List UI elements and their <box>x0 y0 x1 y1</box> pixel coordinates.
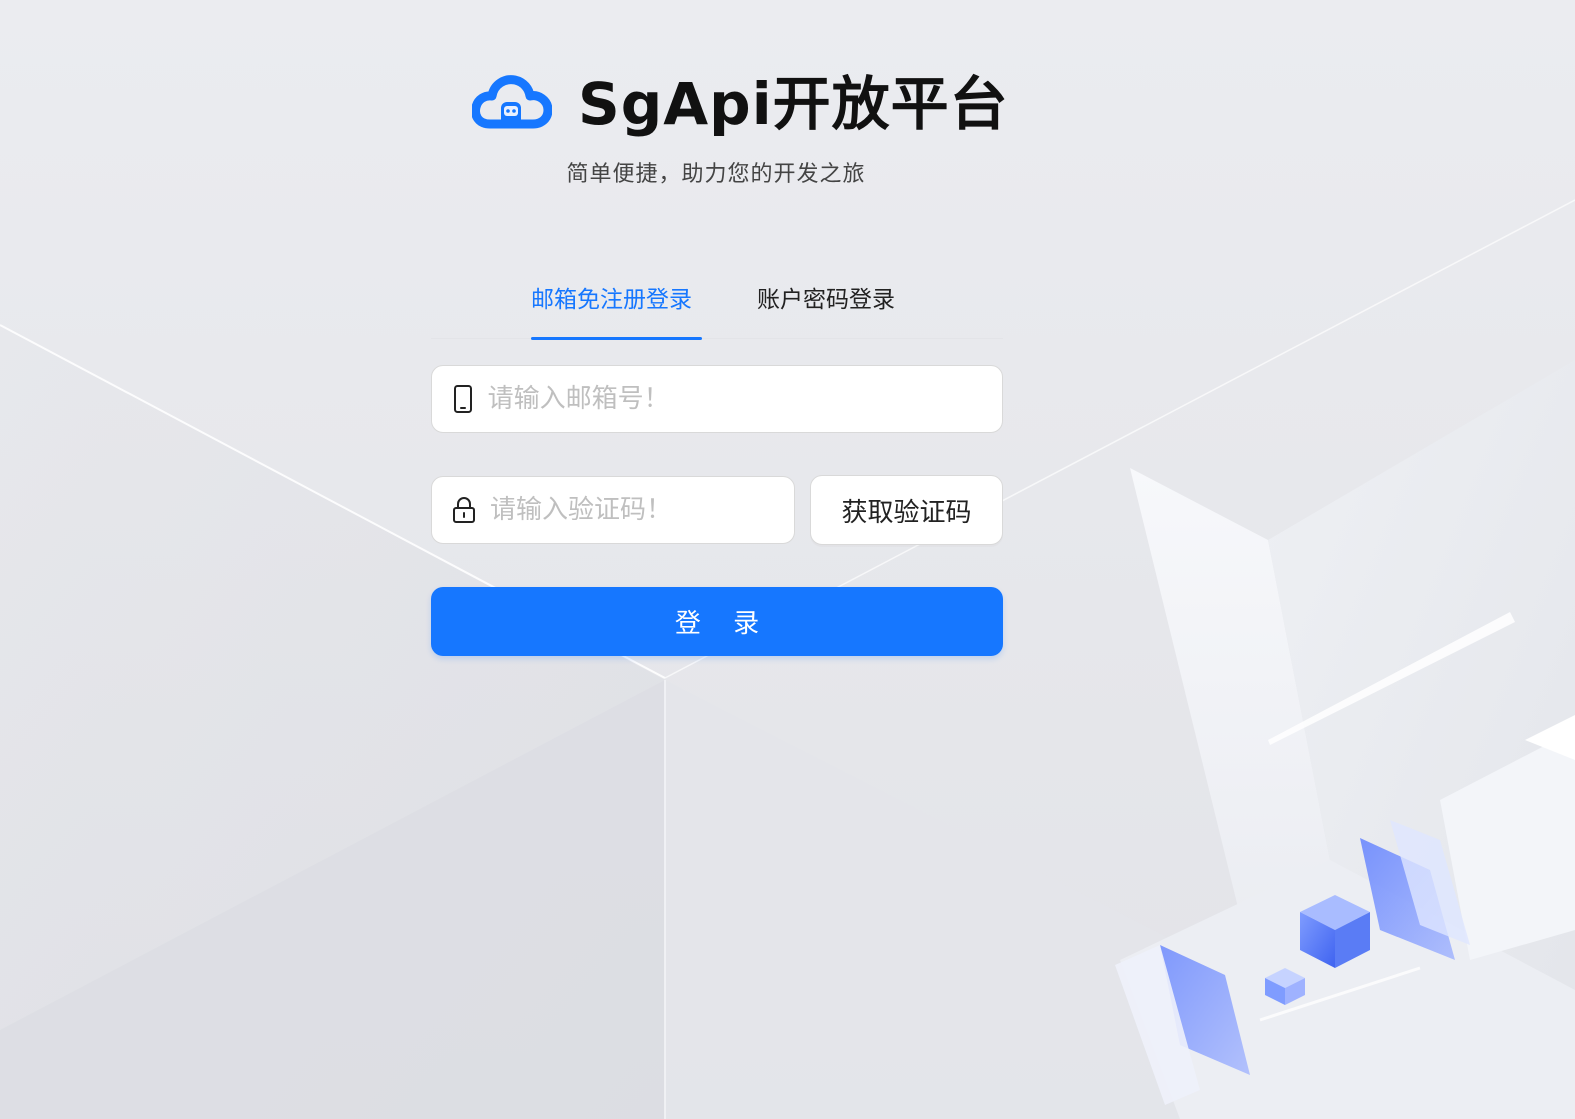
email-field[interactable] <box>431 365 1003 433</box>
tab-account-login[interactable]: 账户密码登录 <box>757 280 895 314</box>
login-form: 邮箱免注册登录 账户密码登录 获取验证码 <box>431 262 1003 656</box>
lock-icon <box>452 495 476 525</box>
get-code-button[interactable]: 获取验证码 <box>810 475 1003 545</box>
mobile-phone-icon <box>452 384 474 414</box>
brand-title: SgApi开放平台 <box>578 70 1009 138</box>
tab-email-login[interactable]: 邮箱免注册登录 <box>531 280 692 314</box>
login-tabs: 邮箱免注册登录 账户密码登录 <box>431 262 1003 340</box>
code-input[interactable] <box>488 494 794 526</box>
header: SgApi开放平台 简单便捷，助力您的开发之旅 <box>0 0 1575 220</box>
email-input[interactable] <box>485 383 1002 415</box>
login-button-label: 登 录 <box>674 609 772 639</box>
login-button[interactable]: 登 录 <box>431 587 1003 656</box>
login-page: SgApi开放平台 简单便捷，助力您的开发之旅 邮箱免注册登录 账户密码登录 请… <box>0 0 1575 1119</box>
active-tab-indicator <box>531 337 702 340</box>
brand-subtitle: 简单便捷，助力您的开发之旅 <box>566 162 866 187</box>
code-field[interactable] <box>431 476 795 544</box>
cloud-robot-logo-icon <box>472 75 552 129</box>
brand-row: SgApi开放平台 <box>472 68 1009 140</box>
